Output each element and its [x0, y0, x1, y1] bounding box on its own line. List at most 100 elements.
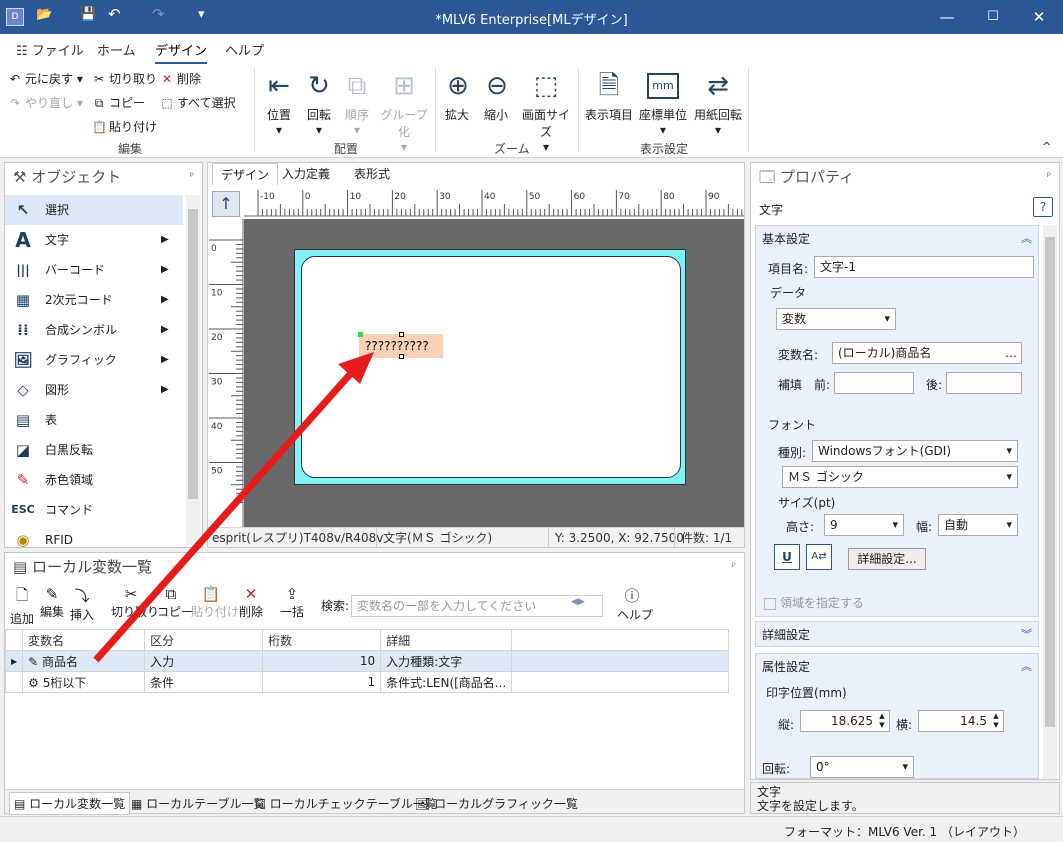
delete-variable-button[interactable]: ✕ 削除 — [237, 585, 265, 620]
zoom-in-button[interactable]: ⊕ 拡大 — [442, 70, 472, 123]
scrollbar-thumb[interactable] — [1045, 237, 1055, 727]
pin-icon[interactable]: ᵖ — [1047, 163, 1051, 191]
table-cell[interactable]: 条件 — [144, 671, 264, 693]
object-item-composite[interactable]: ⁞⁞ 合成シンボル ▶ — [5, 315, 183, 345]
tab-local-check-tables[interactable]: ☑ ローカルチェックテーブル一覧 — [255, 795, 437, 812]
text-direction-icon[interactable]: A⇄ — [806, 544, 832, 570]
objects-scrollbar[interactable] — [186, 195, 200, 545]
edit-variable-button[interactable]: ✎ 編集 — [39, 585, 65, 620]
selection-handle[interactable] — [399, 332, 404, 337]
column-header[interactable]: 変数名 — [22, 629, 146, 651]
nav-up-button[interactable]: ↑ — [212, 191, 240, 217]
spinner-icon[interactable]: ▲ ▼ — [991, 712, 1001, 730]
object-item-select[interactable]: ↖ 選択 — [5, 195, 183, 225]
object-item-graphic[interactable]: 🖼 グラフィック ▶ — [5, 345, 183, 375]
before-field[interactable] — [834, 372, 914, 394]
column-header[interactable]: 桁数 — [262, 629, 382, 651]
object-item-invert[interactable]: ◪ 白黒反転 — [5, 435, 183, 465]
after-field[interactable] — [946, 372, 1022, 394]
underline-icon[interactable]: U — [774, 544, 800, 570]
tab-help[interactable]: ヘルプ — [225, 40, 264, 59]
object-item-barcode[interactable]: ||| バーコード ▶ — [5, 255, 183, 285]
table-cell[interactable]: 10 — [262, 650, 382, 672]
table-cell[interactable]: 1 — [262, 671, 382, 693]
tab-file[interactable]: ☷ ファイル — [16, 40, 84, 59]
detail-settings-button[interactable]: 詳細設定... — [848, 548, 926, 570]
font-kind-select[interactable]: Windowsフォント(GDI) — [812, 440, 1018, 462]
tab-table-format[interactable]: 表形式 — [346, 163, 398, 185]
pin-icon[interactable]: ᵖ — [732, 553, 736, 581]
help-icon[interactable]: ? — [1033, 197, 1053, 217]
search-nav-icon[interactable]: ◀▶ — [571, 597, 585, 607]
position-button[interactable]: ⇤ 位置 ▾ — [262, 70, 296, 137]
maximize-button[interactable]: ☐ — [970, 4, 1016, 30]
select-all-button[interactable]: ⬚ すべて選択 — [160, 94, 235, 111]
group-zoom-label: ズーム — [494, 142, 530, 156]
detail-settings-header[interactable]: 詳細設定 ︾ — [756, 622, 1038, 648]
undo-button[interactable]: ↶ 元に戻す ▾ — [8, 70, 83, 87]
pin-icon[interactable]: ᵖ — [190, 163, 194, 191]
copy-button[interactable]: ⧉ コピー — [92, 94, 145, 111]
collapse-ribbon-button[interactable]: ^ — [1042, 140, 1051, 153]
minimize-button[interactable]: — — [924, 4, 970, 30]
tab-local-tables[interactable]: ▦ ローカルテーブル一覧 — [131, 795, 265, 812]
font-height-select[interactable]: 9 — [824, 514, 904, 536]
font-width-select[interactable]: 自動 — [938, 514, 1018, 536]
table-cell[interactable]: 入力 — [144, 650, 264, 672]
object-item-red-area[interactable]: ✎ 赤色領域 — [5, 465, 183, 495]
help-button[interactable]: ⓘ ヘルプ — [617, 585, 653, 623]
object-item-text[interactable]: A 文字 ▶ — [5, 225, 183, 255]
label-paper[interactable]: ?????????? — [294, 249, 686, 485]
attribute-settings-header[interactable]: 属性設定 ︽ — [756, 654, 1038, 680]
object-item-shape[interactable]: ◇ 図形 ▶ — [5, 375, 183, 405]
zoom-out-button[interactable]: ⊖ 縮小 — [481, 70, 511, 123]
ellipsis-icon[interactable]: … — [1005, 343, 1017, 363]
table-cell[interactable]: ✎ 商品名 — [22, 650, 146, 672]
insert-variable-button[interactable]: ⤵ 挿入 — [69, 585, 95, 623]
object-item-table[interactable]: ▤ 表 — [5, 405, 183, 435]
tab-input-definition[interactable]: 入力定義 — [274, 163, 338, 185]
spinner-icon[interactable]: ▲ ▼ — [877, 712, 887, 730]
tab-home[interactable]: ホーム — [97, 40, 136, 59]
rotate-button[interactable]: ↻ 回転 ▾ — [302, 70, 336, 137]
object-item-2d-code[interactable]: ▦ 2次元コード ▶ — [5, 285, 183, 315]
object-item-rfid[interactable]: ◉ RFID — [5, 525, 183, 547]
item-name-field[interactable]: 文字-1 — [814, 256, 1034, 278]
table-cell[interactable]: 入力種類:文字 — [380, 650, 513, 672]
table-cell[interactable]: ⚙ 5桁以下 — [22, 671, 146, 693]
variable-name-field[interactable]: (ローカル)商品名… — [832, 342, 1022, 364]
selection-handle[interactable] — [399, 354, 404, 359]
copy-variable-button[interactable]: ⧉ コピー — [157, 585, 193, 620]
column-header[interactable]: 区分 — [144, 629, 264, 651]
tab-design-view[interactable]: デザイン — [212, 163, 279, 185]
display-items-button[interactable]: 🗎 表示項目 — [584, 70, 634, 123]
selection-handle[interactable] — [358, 332, 363, 337]
horizontal-position-field[interactable]: 14.5 ▲ ▼ — [918, 710, 1004, 732]
unit-button[interactable]: mm 座標単位 ▾ — [638, 70, 688, 137]
tab-local-graphics[interactable]: 🖼 ローカルグラフィック一覧 — [415, 795, 578, 812]
batch-button[interactable]: ⇪ 一括 — [279, 585, 305, 620]
tab-design[interactable]: デザイン — [155, 40, 208, 64]
table-cell[interactable]: 条件式:LEN([商品名... — [380, 671, 513, 693]
vertical-position-field[interactable]: 18.625 ▲ ▼ — [800, 710, 890, 732]
add-variable-button[interactable]: 🗋 追加 — [9, 585, 35, 627]
search-input[interactable]: 変数名の一部を入力してください — [351, 595, 603, 617]
font-name-select[interactable]: ＭＳ ゴシック — [782, 466, 1018, 488]
basic-settings-header[interactable]: 基本設定 ︽ — [756, 226, 1038, 252]
detail-settings-section[interactable]: 詳細設定 ︾ — [755, 621, 1039, 647]
rotation-select[interactable]: 0° — [810, 756, 914, 778]
delete-button[interactable]: ✕ 削除 — [160, 70, 201, 87]
tab-local-variables[interactable]: ▤ ローカル変数一覧 — [9, 792, 131, 815]
table-row[interactable]: ⚙ 5桁以下 条件 1 条件式:LEN([商品名... — [4, 671, 729, 693]
column-header[interactable]: 詳細 — [380, 629, 513, 651]
table-row[interactable]: ▶ ✎ 商品名 入力 10 入力種類:文字 — [4, 650, 729, 672]
cut-button[interactable]: ✂ 切り取り — [92, 70, 157, 87]
close-button[interactable]: ✕ — [1016, 4, 1062, 30]
scrollbar-thumb[interactable] — [188, 209, 198, 499]
paste-button[interactable]: 📋 貼り付け — [92, 118, 157, 135]
properties-scrollbar[interactable] — [1043, 225, 1057, 779]
object-item-command[interactable]: ESC コマンド — [5, 495, 183, 525]
paper-rotate-button[interactable]: ⇄ 用紙回転 ▾ — [692, 70, 744, 137]
cut-variable-button[interactable]: ✂ 切り取り — [111, 585, 159, 620]
data-type-select[interactable]: 変数 — [776, 308, 896, 330]
